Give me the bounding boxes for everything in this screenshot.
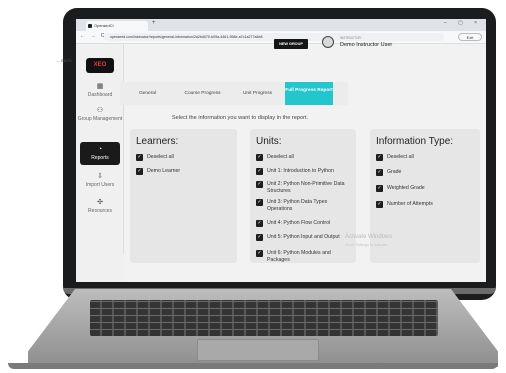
sidebar-divider bbox=[123, 44, 124, 254]
sidebar-item-label: Import Users bbox=[85, 182, 115, 188]
window-controls[interactable]: – ▢ × bbox=[444, 20, 482, 26]
checkbox-item[interactable]: ✓ Deselect all bbox=[136, 154, 174, 161]
browser-tab-title: OperaedCI bbox=[94, 23, 114, 28]
back-link[interactable]: ← BACK bbox=[56, 58, 72, 63]
activate-windows-watermark: Activate Windows bbox=[345, 234, 393, 240]
check-icon: ✓ bbox=[256, 234, 263, 241]
learners-panel: Learners: ✓ Deselect all ✓ Demo Learner bbox=[130, 129, 237, 263]
checkbox-item[interactable]: ✓ Demo Learner bbox=[136, 168, 180, 175]
check-icon: ✓ bbox=[256, 168, 263, 175]
checkbox-item[interactable]: ✓ Unit 3: Python Data Types Operations bbox=[256, 199, 348, 213]
nav-buttons[interactable]: ← → C bbox=[80, 33, 106, 39]
checkbox-item[interactable]: ✓ Grade bbox=[376, 169, 401, 176]
checkbox-item[interactable]: ✓ Deselect all bbox=[376, 154, 414, 161]
sidebar-item-label: Resources bbox=[88, 208, 112, 214]
learners-title: Learners: bbox=[136, 136, 179, 147]
sidebar-item-reports[interactable]: ◔ Reports bbox=[80, 142, 120, 165]
user-name[interactable]: Demo Instructor User bbox=[340, 42, 392, 48]
sidebar-item-dashboard[interactable]: ▦ Dashboard bbox=[76, 82, 124, 98]
sidebar-item-resources[interactable]: ✣ Resources bbox=[76, 198, 124, 214]
check-icon: ✓ bbox=[376, 154, 383, 161]
new-group-button[interactable]: NEW GROUP bbox=[274, 39, 308, 49]
checkbox-item[interactable]: ✓ Unit 4: Python Flow Control bbox=[256, 220, 330, 227]
app-logo[interactable]: XEO bbox=[86, 58, 114, 73]
checkbox-item[interactable]: ✓ Unit 6: Python Modules and Packages bbox=[256, 250, 348, 264]
browser-tab-strip: OperaedCI + – ▢ × bbox=[76, 19, 486, 31]
import-icon: ⇩ bbox=[97, 173, 103, 180]
dashboard-icon: ▦ bbox=[96, 83, 104, 90]
sidebar-item-group-management[interactable]: ⚇ Group Management bbox=[76, 106, 124, 122]
back-label: BACK bbox=[61, 58, 73, 63]
check-icon: ✓ bbox=[376, 201, 383, 208]
tab-course-progress[interactable]: Course Progress bbox=[175, 82, 230, 105]
sidebar-item-label: Group Management bbox=[77, 116, 123, 122]
checkbox-item[interactable]: ✓ Deselect all bbox=[256, 154, 294, 161]
laptop-front-edge bbox=[8, 363, 498, 369]
sidebar: XEO ▦ Dashboard ⚇ Group Management ◔ Rep… bbox=[76, 44, 124, 282]
checkbox-item[interactable]: ✓ Unit 2: Python Non-Primitive Data Stru… bbox=[256, 181, 348, 195]
favicon-icon bbox=[88, 24, 92, 28]
sidebar-item-label: Reports bbox=[91, 155, 109, 161]
sidebar-item-label: Dashboard bbox=[87, 92, 113, 98]
trackpad bbox=[197, 339, 319, 361]
check-icon: ✓ bbox=[136, 168, 143, 175]
activate-windows-subtext: Go to Settings to activate bbox=[345, 243, 388, 247]
check-icon: ✓ bbox=[256, 220, 263, 227]
check-icon: ✓ bbox=[256, 181, 263, 188]
keyboard-rows bbox=[90, 300, 438, 336]
new-tab-icon[interactable]: + bbox=[152, 20, 156, 26]
browser-tab[interactable]: OperaedCI bbox=[86, 21, 148, 31]
checkbox-item[interactable]: ✓ Unit 1: Introduction to Python bbox=[256, 168, 334, 175]
check-icon: ✓ bbox=[256, 154, 263, 161]
tab-general[interactable]: General bbox=[120, 82, 175, 105]
resources-icon: ✣ bbox=[97, 199, 103, 206]
avatar[interactable] bbox=[322, 36, 334, 48]
group-icon: ⚇ bbox=[96, 107, 104, 114]
checkbox-item[interactable]: ✓ Number of Attempts bbox=[376, 201, 433, 208]
check-icon: ✓ bbox=[376, 169, 383, 176]
exit-button[interactable]: Exit bbox=[458, 33, 482, 41]
checkbox-item[interactable]: ✓ Weighted Grade bbox=[376, 185, 425, 192]
report-tabs: General Course Progress Unit Progress Fu… bbox=[120, 82, 348, 105]
units-panel: Units: ✓ Deselect all ✓ Unit 1: Introduc… bbox=[250, 129, 356, 263]
instruction-text: Select the information you want to displ… bbox=[171, 115, 309, 121]
units-title: Units: bbox=[256, 136, 282, 147]
check-icon: ✓ bbox=[256, 250, 263, 257]
sidebar-item-import-users[interactable]: ⇩ Import Users bbox=[76, 172, 124, 188]
check-icon: ✓ bbox=[256, 199, 263, 206]
check-icon: ✓ bbox=[136, 154, 143, 161]
information-type-title: Information Type: bbox=[376, 136, 454, 147]
tab-unit-progress[interactable]: Unit Progress bbox=[230, 82, 285, 105]
reports-icon: ◔ bbox=[97, 146, 103, 153]
user-role: INSTRUCTOR bbox=[340, 36, 361, 40]
checkbox-item[interactable]: ✓ Unit 5: Python Input and Output bbox=[256, 234, 348, 241]
tab-full-progress-report[interactable]: Full Progress Report bbox=[285, 82, 333, 105]
check-icon: ✓ bbox=[376, 185, 383, 192]
